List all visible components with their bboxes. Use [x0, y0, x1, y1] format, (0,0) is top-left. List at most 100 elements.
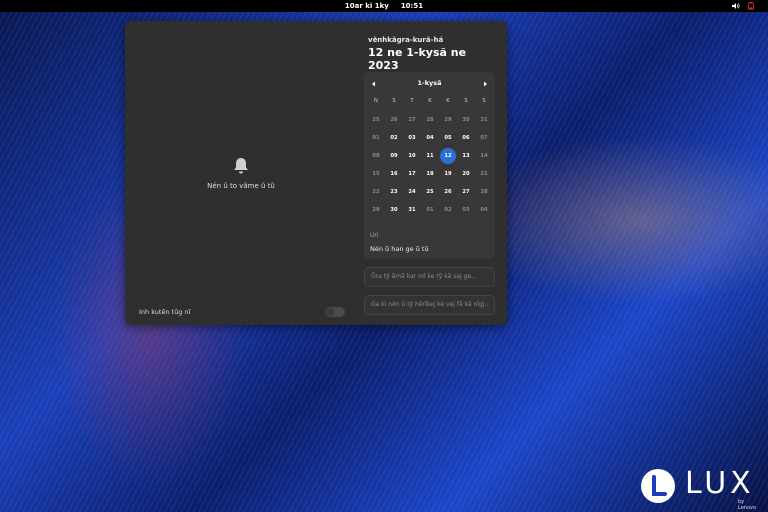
- calendar-week-row: 08 09 10 11 12 13 14: [367, 148, 493, 164]
- calendar-day[interactable]: 30: [385, 202, 403, 218]
- day-of-week-header: NSTKKSS: [367, 96, 493, 106]
- calendar-day[interactable]: 18: [421, 166, 439, 182]
- calendar-day-number: 01: [426, 207, 434, 213]
- calendar-day[interactable]: 10: [403, 148, 421, 164]
- calendar-day[interactable]: 21: [475, 166, 493, 182]
- calendar-day-today[interactable]: 12: [439, 148, 457, 164]
- calendar-day[interactable]: 24: [403, 184, 421, 200]
- calendar-day[interactable]: 02: [385, 130, 403, 146]
- calendar-day[interactable]: 08: [367, 148, 385, 164]
- calendar-day-number: 03: [408, 135, 416, 141]
- calendar-day[interactable]: 23: [385, 184, 403, 200]
- calendar-day[interactable]: 07: [475, 130, 493, 146]
- clock-time: 10:51: [400, 2, 424, 10]
- calendar-day[interactable]: 16: [385, 166, 403, 182]
- calendar-day-number: 16: [390, 171, 398, 177]
- calendar-day-number: 21: [480, 171, 488, 177]
- calendar-day-number: 27: [408, 117, 416, 123]
- calendar-day-number: 19: [444, 171, 452, 177]
- calendar-day[interactable]: 04: [421, 130, 439, 146]
- calendar-day-number: 11: [426, 153, 434, 159]
- calendar-day-number: 09: [390, 153, 398, 159]
- do-not-disturb-row: Inh kutẽn tũg nĩ: [139, 306, 345, 318]
- calendar-day-number: 25: [372, 117, 380, 123]
- do-not-disturb-label: Inh kutẽn tũg nĩ: [139, 308, 191, 316]
- calendar-day[interactable]: 29: [439, 112, 457, 128]
- calendar-day[interactable]: 01: [367, 130, 385, 146]
- calendar-week-row: 22 23 24 25 26 27 28: [367, 184, 493, 200]
- calendar-week-row: 29 30 31 01 02 03 04: [367, 202, 493, 218]
- calendar-day-number: 02: [390, 135, 398, 141]
- calendar-day-number: 07: [480, 135, 488, 141]
- notifications-empty-text: Nén ũ to vãme ũ tũ: [207, 182, 275, 190]
- calendar-day[interactable]: 30: [457, 112, 475, 128]
- next-month-button[interactable]: [478, 76, 492, 90]
- clock-date: 10ar ki 1ky: [344, 2, 389, 10]
- system-tray[interactable]: [732, 0, 754, 10]
- calendar-day-number: 20: [462, 171, 470, 177]
- calendar-day-number: 27: [462, 189, 470, 195]
- calendar-day-number: 23: [390, 189, 398, 195]
- calendar-day-number: 25: [426, 189, 434, 195]
- calendar-day[interactable]: 29: [367, 202, 385, 218]
- clock-button[interactable]: 10ar ki 1ky 10:51: [0, 0, 768, 12]
- volume-icon[interactable]: [732, 0, 740, 10]
- calendar-week-row: 25 26 27 28 29 30 31: [367, 112, 493, 128]
- calendar-day-number: 18: [426, 171, 434, 177]
- do-not-disturb-toggle[interactable]: [325, 307, 345, 317]
- calendar-day-number: 26: [444, 189, 452, 195]
- calendar-day[interactable]: 13: [457, 148, 475, 164]
- calendar-day[interactable]: 26: [439, 184, 457, 200]
- calendar-day-number: 05: [444, 135, 452, 141]
- brand-logo: LUX by Lenovo: [640, 466, 758, 511]
- day-of-week-label: K: [446, 98, 450, 104]
- calendar-day[interactable]: 28: [421, 112, 439, 128]
- calendar-day-number: 24: [408, 189, 416, 195]
- calendar-day[interactable]: 05: [439, 130, 457, 146]
- calendar-day[interactable]: 20: [457, 166, 475, 182]
- calendar-day-number: 30: [462, 117, 470, 123]
- calendar-day[interactable]: 25: [421, 184, 439, 200]
- calendar-day[interactable]: 17: [403, 166, 421, 182]
- weather-entry-button[interactable]: Õra tỹ ãmã kar mĩ ke tỹ kã saj ge...: [364, 267, 495, 287]
- world-clocks-section[interactable]: Uri Nén ũ han ge ũ tũ: [364, 226, 495, 259]
- calendar-day[interactable]: 22: [367, 184, 385, 200]
- location-entry-button[interactable]: Ga ki nén ũ tỹ hẽrĩkej ke vej fã kã nĩgj…: [364, 295, 495, 315]
- calendar-day[interactable]: 27: [457, 184, 475, 200]
- calendar-day[interactable]: 27: [403, 112, 421, 128]
- day-of-week-label: S: [482, 98, 486, 104]
- calendar-day[interactable]: 02: [439, 202, 457, 218]
- world-clocks-title: Uri: [370, 232, 379, 239]
- calendar-day[interactable]: 06: [457, 130, 475, 146]
- calendar-day[interactable]: 14: [475, 148, 493, 164]
- calendar-day-number: 06: [462, 135, 470, 141]
- calendar-day-number: 29: [372, 207, 380, 213]
- notifications-empty-state: Nén ũ to vãme ũ tũ: [125, 156, 357, 190]
- calendar-day[interactable]: 03: [457, 202, 475, 218]
- calendar-day[interactable]: 15: [367, 166, 385, 182]
- battery-icon[interactable]: [748, 0, 754, 10]
- calendar-day[interactable]: 25: [367, 112, 385, 128]
- previous-month-button[interactable]: [367, 76, 381, 90]
- calendar-day-number: 17: [408, 171, 416, 177]
- calendar-day[interactable]: 01: [421, 202, 439, 218]
- calendar-day[interactable]: 04: [475, 202, 493, 218]
- calendar-day[interactable]: 11: [421, 148, 439, 164]
- calendar-day-number: 14: [480, 153, 488, 159]
- calendar-day-number: 13: [462, 153, 470, 159]
- calendar-day[interactable]: 31: [403, 202, 421, 218]
- calendar-day[interactable]: 19: [439, 166, 457, 182]
- calendar-day[interactable]: 09: [385, 148, 403, 164]
- calendar-day-number: 04: [480, 207, 488, 213]
- calendar-day[interactable]: 28: [475, 184, 493, 200]
- calendar-day-number: 08: [372, 153, 380, 159]
- calendar-day[interactable]: 31: [475, 112, 493, 128]
- calendar-day[interactable]: 26: [385, 112, 403, 128]
- calendar-pane: vẽnhkãgra-kurã-há 12 ne 1-kysã ne 2023 1…: [364, 21, 499, 325]
- calendar-day[interactable]: 03: [403, 130, 421, 146]
- calendar-week-row: 15 16 17 18 19 20 21: [367, 166, 493, 182]
- day-of-week-label: S: [464, 98, 468, 104]
- brand-name: LUX: [685, 466, 755, 501]
- calendar-day-number: 28: [426, 117, 434, 123]
- calendar-day-number: 28: [480, 189, 488, 195]
